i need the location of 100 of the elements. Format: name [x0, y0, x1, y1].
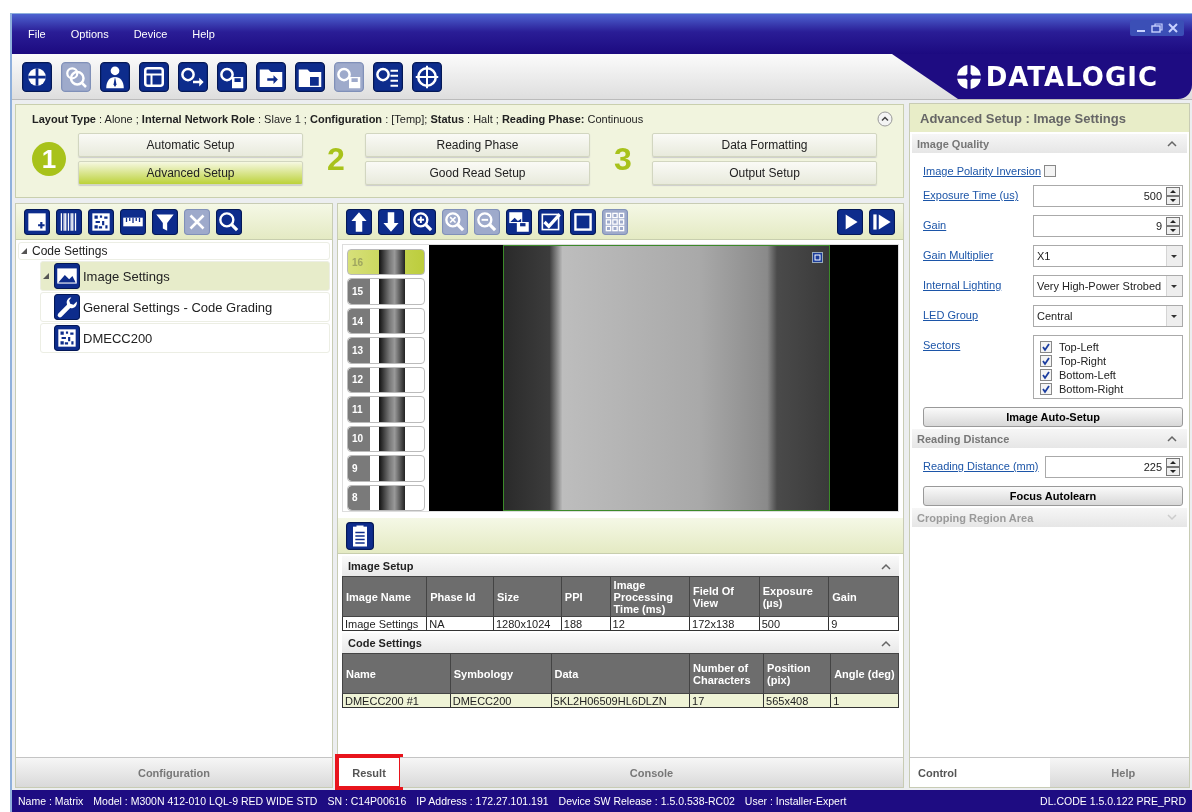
- column-header[interactable]: Angle (deg): [830, 653, 899, 694]
- column-header[interactable]: Position (pix): [763, 653, 831, 694]
- collapse-arrow-icon[interactable]: [42, 272, 50, 280]
- thumbnail[interactable]: 13: [347, 337, 425, 364]
- column-header[interactable]: Exposure (µs): [759, 576, 829, 617]
- tree-item[interactable]: DMECC200: [40, 323, 330, 353]
- step-forward-icon[interactable]: [869, 208, 895, 235]
- checkbox[interactable]: [1040, 341, 1052, 353]
- action-button[interactable]: Image Auto-Setup: [923, 407, 1183, 427]
- tab[interactable]: Result: [338, 757, 400, 787]
- setting-link[interactable]: Sectors: [923, 335, 1027, 351]
- setup-button[interactable]: Data Formatting: [652, 133, 877, 157]
- setup-button[interactable]: Output Setup: [652, 161, 877, 185]
- status-item: Name : Matrix: [18, 795, 84, 807]
- dropdown[interactable]: Central: [1033, 305, 1183, 327]
- spin-button-icon[interactable]: [1166, 458, 1180, 476]
- square-icon[interactable]: [812, 252, 823, 263]
- thumbnail[interactable]: 15: [347, 278, 425, 305]
- column-header[interactable]: Data: [551, 653, 690, 694]
- setting-link[interactable]: Reading Distance (mm): [923, 456, 1039, 472]
- checkbox[interactable]: [1040, 355, 1052, 367]
- column-header[interactable]: Number of Characters: [689, 653, 764, 694]
- setup-button[interactable]: Reading Phase: [365, 133, 590, 157]
- tab[interactable]: Help: [1049, 757, 1189, 787]
- column-header[interactable]: PPI: [561, 576, 611, 617]
- thumbnail[interactable]: 9: [347, 455, 425, 482]
- thumbnail[interactable]: 12: [347, 366, 425, 394]
- column-header[interactable]: Gain: [828, 576, 899, 617]
- thumbnail[interactable]: 14: [347, 307, 425, 335]
- barcode-icon[interactable]: [56, 208, 82, 235]
- window-icon[interactable]: [139, 61, 169, 92]
- setup-button[interactable]: Good Read Setup: [365, 161, 590, 185]
- number-field[interactable]: 225: [1044, 456, 1183, 478]
- number-field[interactable]: 9: [1033, 215, 1183, 237]
- magnifier-icon[interactable]: [216, 208, 242, 235]
- panel-title: Advanced Setup : Image Settings: [910, 104, 1189, 132]
- arrow-up-icon[interactable]: [346, 208, 372, 235]
- matrix-code-icon[interactable]: [88, 208, 114, 235]
- setting-link[interactable]: Gain Multiplier: [923, 245, 1027, 261]
- tab[interactable]: Configuration: [16, 757, 332, 787]
- spin-button-icon[interactable]: [1166, 187, 1180, 205]
- collapse-icon[interactable]: [881, 639, 891, 647]
- setup-button[interactable]: Automatic Setup: [78, 133, 303, 157]
- thumbnail[interactable]: 8: [347, 484, 425, 511]
- person-icon[interactable]: [100, 61, 130, 92]
- clipboard-icon[interactable]: [346, 521, 374, 550]
- checkbox-label: Bottom-Left: [1059, 369, 1116, 381]
- dropdown[interactable]: Very High-Power Strobed: [1033, 275, 1183, 297]
- restore-icon[interactable]: [1150, 22, 1164, 34]
- play-icon[interactable]: [837, 208, 863, 235]
- setup-button[interactable]: Advanced Setup: [78, 161, 303, 185]
- spin-button-icon[interactable]: [1166, 217, 1180, 235]
- arrow-down-icon[interactable]: [378, 208, 404, 235]
- menu-item[interactable]: Options: [58, 28, 122, 40]
- tab[interactable]: Console: [400, 757, 903, 787]
- page-plus-icon[interactable]: [24, 208, 50, 235]
- setting-link[interactable]: Exposure Time (us): [923, 185, 1027, 201]
- column-header[interactable]: Symbology: [450, 653, 551, 694]
- menu-item[interactable]: File: [16, 28, 59, 40]
- column-header[interactable]: Image Processing Time (ms): [610, 576, 690, 617]
- camera-list-icon[interactable]: [373, 61, 403, 92]
- status-item: IP Address : 172.27.101.191: [416, 795, 549, 807]
- square-icon[interactable]: [570, 208, 596, 235]
- column-header[interactable]: Name: [342, 653, 451, 694]
- thumbnail-number: 10: [348, 426, 370, 452]
- collapse-icon[interactable]: [1167, 140, 1177, 147]
- crosshair-icon[interactable]: [412, 61, 442, 92]
- setting-link[interactable]: Image Polarity Inversion: [923, 161, 1041, 177]
- column-header[interactable]: Field Of View: [689, 576, 760, 617]
- funnel-icon[interactable]: [152, 208, 178, 235]
- close-icon[interactable]: [1166, 22, 1180, 34]
- menu-item[interactable]: Help: [180, 28, 228, 40]
- zoom-in-icon[interactable]: [410, 208, 436, 235]
- collapse-icon[interactable]: [877, 111, 893, 127]
- menu-item[interactable]: Device: [121, 28, 181, 40]
- checkbox[interactable]: [1044, 165, 1056, 177]
- thumbnail-image: [379, 367, 405, 393]
- collapse-arrow-icon[interactable]: [20, 247, 28, 255]
- target-icon[interactable]: [22, 61, 52, 92]
- checkmark-icon[interactable]: [538, 208, 564, 235]
- ruler-icon[interactable]: [120, 208, 146, 235]
- tree-item[interactable]: Image Settings: [40, 261, 330, 291]
- thumbnail[interactable]: 11: [347, 396, 425, 423]
- tree-item[interactable]: General Settings - Code Grading: [40, 292, 330, 322]
- checkbox[interactable]: [1040, 369, 1052, 381]
- dropdown[interactable]: X1: [1033, 245, 1183, 267]
- column-header[interactable]: Image Name: [342, 576, 427, 617]
- collapse-icon[interactable]: [1167, 435, 1177, 442]
- column-header[interactable]: Size: [493, 576, 562, 617]
- thumbnail-image: [379, 279, 405, 304]
- column-header[interactable]: Phase Id: [426, 576, 494, 617]
- tree-item[interactable]: Code Settings: [18, 242, 330, 260]
- checkbox[interactable]: [1040, 383, 1052, 395]
- setting-link[interactable]: Gain: [923, 215, 1027, 231]
- thumbnail[interactable]: 10: [347, 425, 425, 453]
- action-button[interactable]: Focus Autolearn: [923, 486, 1183, 506]
- collapse-icon[interactable]: [881, 562, 891, 570]
- setting-link[interactable]: Internal Lighting: [923, 275, 1027, 291]
- number-field[interactable]: 500: [1033, 185, 1183, 207]
- setting-link[interactable]: LED Group: [923, 305, 1027, 321]
